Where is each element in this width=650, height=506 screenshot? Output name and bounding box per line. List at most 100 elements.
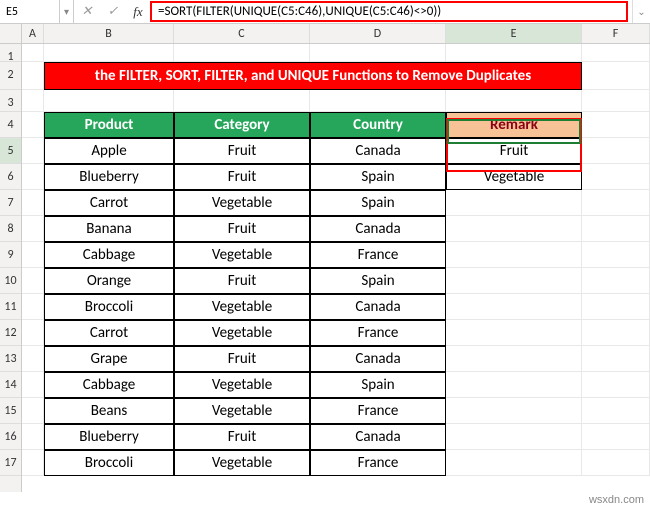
cell[interactable] bbox=[22, 424, 44, 450]
cell-product[interactable]: Cabbage bbox=[44, 242, 174, 268]
cell[interactable] bbox=[582, 320, 650, 346]
cell-product[interactable]: Orange bbox=[44, 268, 174, 294]
cell[interactable] bbox=[582, 372, 650, 398]
cell[interactable] bbox=[22, 268, 44, 294]
cell-product[interactable]: Beans bbox=[44, 398, 174, 424]
cell[interactable] bbox=[22, 216, 44, 242]
cell-category[interactable]: Fruit bbox=[174, 216, 310, 242]
cell[interactable] bbox=[446, 294, 582, 320]
name-box-dropdown-icon[interactable]: ▾ bbox=[60, 0, 74, 23]
cell[interactable] bbox=[582, 62, 650, 90]
cell[interactable] bbox=[174, 44, 310, 62]
cell[interactable] bbox=[582, 138, 650, 164]
cell[interactable] bbox=[582, 112, 650, 138]
cell-category[interactable]: Vegetable bbox=[174, 398, 310, 424]
cell[interactable] bbox=[582, 398, 650, 424]
column-header[interactable]: B bbox=[44, 24, 174, 43]
cell[interactable] bbox=[22, 138, 44, 164]
cell[interactable] bbox=[582, 216, 650, 242]
column-header[interactable]: F bbox=[582, 24, 650, 43]
column-header[interactable]: A bbox=[22, 24, 44, 43]
column-header[interactable]: D bbox=[310, 24, 446, 43]
cell[interactable] bbox=[582, 164, 650, 190]
cell[interactable] bbox=[446, 90, 582, 112]
cell-country[interactable]: Spain bbox=[310, 372, 446, 398]
cell-product[interactable]: Grape bbox=[44, 346, 174, 372]
cell-product[interactable]: Cabbage bbox=[44, 372, 174, 398]
row-header[interactable]: 6 bbox=[0, 164, 21, 190]
cell[interactable] bbox=[22, 62, 44, 90]
cell[interactable] bbox=[22, 112, 44, 138]
row-header[interactable]: 14 bbox=[0, 372, 21, 398]
cell-category[interactable]: Vegetable bbox=[174, 294, 310, 320]
cell[interactable] bbox=[582, 294, 650, 320]
cell-category[interactable]: Fruit bbox=[174, 138, 310, 164]
cell[interactable] bbox=[22, 294, 44, 320]
row-header[interactable]: 2 bbox=[0, 62, 21, 90]
cell[interactable] bbox=[446, 242, 582, 268]
row-header[interactable]: 5 bbox=[0, 138, 21, 164]
row-header[interactable]: 11 bbox=[0, 294, 21, 320]
row-header[interactable]: 13 bbox=[0, 346, 21, 372]
cell-product[interactable]: Blueberry bbox=[44, 164, 174, 190]
cell-category[interactable]: Fruit bbox=[174, 164, 310, 190]
cell[interactable] bbox=[310, 90, 446, 112]
cell-category[interactable]: Fruit bbox=[174, 424, 310, 450]
cell[interactable] bbox=[446, 190, 582, 216]
header-product[interactable]: Product bbox=[44, 112, 174, 138]
cell-country[interactable]: Canada bbox=[310, 216, 446, 242]
cell-country[interactable]: France bbox=[310, 320, 446, 346]
cell-category[interactable]: Vegetable bbox=[174, 372, 310, 398]
cell[interactable] bbox=[446, 268, 582, 294]
column-header[interactable]: E bbox=[446, 24, 582, 43]
cell[interactable] bbox=[582, 450, 650, 476]
cell[interactable] bbox=[22, 372, 44, 398]
cell-country[interactable]: Spain bbox=[310, 190, 446, 216]
cell[interactable] bbox=[446, 424, 582, 450]
cell[interactable] bbox=[22, 44, 44, 62]
row-header[interactable]: 17 bbox=[0, 450, 21, 476]
cell-category[interactable]: Fruit bbox=[174, 346, 310, 372]
cell-country[interactable]: Canada bbox=[310, 346, 446, 372]
cell[interactable] bbox=[582, 190, 650, 216]
cell[interactable] bbox=[446, 320, 582, 346]
cell[interactable] bbox=[446, 372, 582, 398]
cell[interactable] bbox=[22, 190, 44, 216]
cell[interactable] bbox=[446, 450, 582, 476]
row-header[interactable]: 16 bbox=[0, 424, 21, 450]
cell-country[interactable]: Canada bbox=[310, 138, 446, 164]
cell[interactable] bbox=[310, 44, 446, 62]
name-box[interactable]: E5 bbox=[0, 0, 60, 23]
cell[interactable] bbox=[446, 216, 582, 242]
row-header[interactable]: 8 bbox=[0, 216, 21, 242]
cell[interactable] bbox=[22, 398, 44, 424]
cell[interactable] bbox=[582, 242, 650, 268]
row-header[interactable]: 9 bbox=[0, 242, 21, 268]
cell-category[interactable]: Vegetable bbox=[174, 242, 310, 268]
cell-product[interactable]: Apple bbox=[44, 138, 174, 164]
cell[interactable] bbox=[22, 90, 44, 112]
cell-category[interactable]: Vegetable bbox=[174, 450, 310, 476]
row-header[interactable]: 3 bbox=[0, 90, 21, 112]
cell[interactable] bbox=[44, 44, 174, 62]
cell-country[interactable]: France bbox=[310, 450, 446, 476]
row-header[interactable]: 15 bbox=[0, 398, 21, 424]
header-country[interactable]: Country bbox=[310, 112, 446, 138]
header-category[interactable]: Category bbox=[174, 112, 310, 138]
row-header[interactable]: 12 bbox=[0, 320, 21, 346]
cell[interactable] bbox=[446, 346, 582, 372]
fx-icon[interactable]: fx bbox=[126, 0, 150, 23]
cell[interactable] bbox=[44, 90, 174, 112]
cell-product[interactable]: Banana bbox=[44, 216, 174, 242]
cell[interactable] bbox=[582, 44, 650, 62]
cell[interactable] bbox=[22, 242, 44, 268]
cell[interactable] bbox=[22, 346, 44, 372]
row-header[interactable]: 10 bbox=[0, 268, 21, 294]
row-header[interactable]: 1 bbox=[0, 44, 21, 62]
cell-product[interactable]: Blueberry bbox=[44, 424, 174, 450]
cell-remark[interactable]: Vegetable bbox=[446, 164, 582, 190]
cell-category[interactable]: Vegetable bbox=[174, 190, 310, 216]
cell-product[interactable]: Broccoli bbox=[44, 450, 174, 476]
select-all-corner[interactable] bbox=[0, 24, 22, 44]
title-cell[interactable]: the FILTER, SORT, FILTER, and UNIQUE Fun… bbox=[44, 62, 582, 90]
